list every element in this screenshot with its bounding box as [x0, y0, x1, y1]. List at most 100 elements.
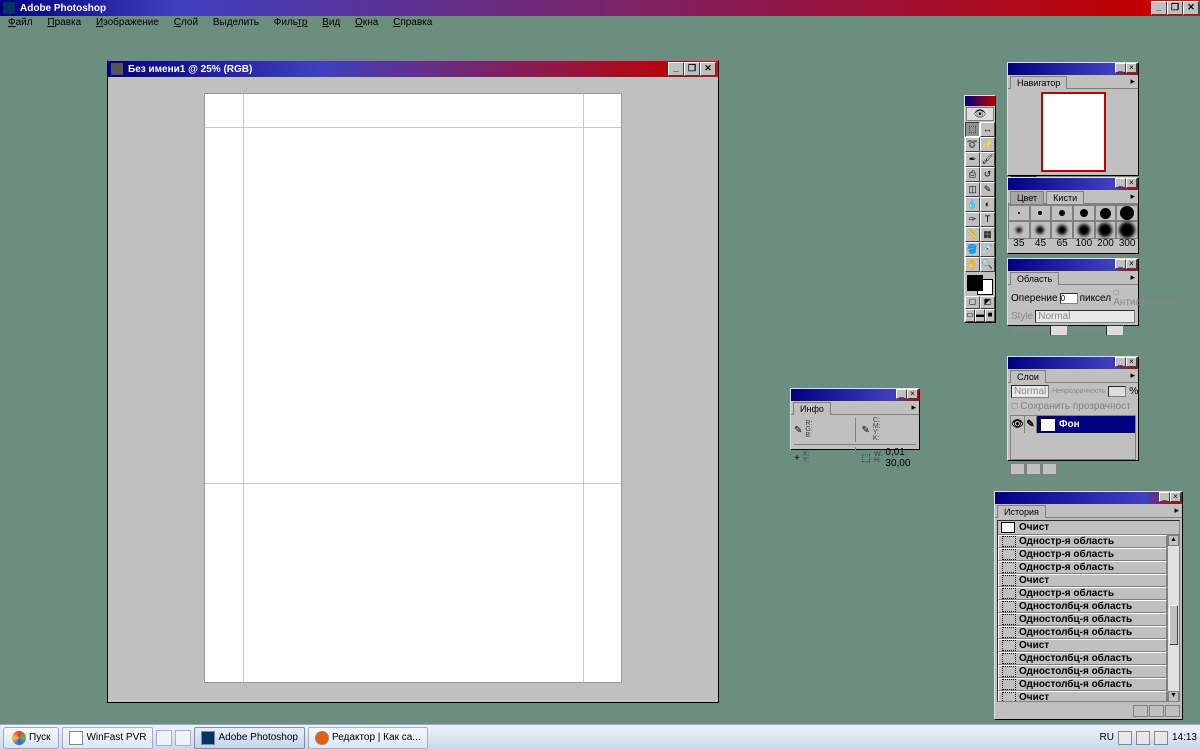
tool-measure[interactable]: 📏 — [965, 227, 980, 242]
hist-close[interactable]: × — [1170, 492, 1181, 502]
navigator-preview[interactable] — [1041, 92, 1106, 172]
tool-pen[interactable]: ✑ — [965, 212, 980, 227]
brush-preset[interactable] — [1030, 221, 1052, 239]
navigator-tab[interactable]: Навигатор — [1010, 76, 1067, 89]
language-indicator[interactable]: RU — [1100, 732, 1114, 743]
tool-dodge[interactable]: ◐ — [980, 197, 995, 212]
nav-menu-arrow[interactable]: ▸ — [1127, 75, 1138, 88]
tab-layers[interactable]: Слои — [1010, 370, 1046, 383]
options-titlebar[interactable]: _× — [1008, 259, 1138, 271]
layers-titlebar[interactable]: _× — [1008, 357, 1138, 369]
tray-icon[interactable] — [1118, 731, 1132, 745]
history-item[interactable]: Одностр-я область — [998, 561, 1167, 574]
maximize-button[interactable]: ❐ — [1167, 1, 1183, 15]
taskbar-item[interactable]: Adobe Photoshop — [194, 727, 305, 749]
document-titlebar[interactable]: Без имени1 @ 25% (RGB) _ ❐ ✕ — [108, 61, 718, 77]
tool-bucket[interactable]: 🪣 — [965, 242, 980, 257]
menu-help[interactable]: Справка — [387, 16, 438, 29]
minimize-button[interactable]: _ — [1151, 1, 1167, 15]
tool-blur[interactable]: 💧 — [965, 197, 980, 212]
start-button[interactable]: Пуск — [3, 727, 59, 749]
doc-maximize-button[interactable]: ❐ — [684, 62, 700, 76]
info-close[interactable]: × — [907, 389, 918, 399]
tool-wand[interactable]: ✨ — [980, 137, 995, 152]
history-item[interactable]: Очист — [998, 691, 1167, 702]
history-item[interactable]: Одностолбц-я область — [998, 665, 1167, 678]
brush-menu-arrow[interactable]: ▸ — [1127, 190, 1138, 203]
brushes-titlebar[interactable]: _× — [1008, 178, 1138, 190]
visibility-icon[interactable]: 👁 — [1011, 416, 1025, 433]
scroll-down-icon[interactable]: ▼ — [1168, 691, 1179, 702]
taskbar-item[interactable]: Редактор | Как са... — [308, 727, 428, 749]
hist-rollup[interactable]: _ — [1159, 492, 1170, 502]
history-snapshot[interactable]: Очист — [998, 521, 1179, 535]
history-scrollbar[interactable]: ▲ ▼ — [1167, 535, 1179, 702]
new-doc-button[interactable] — [1149, 705, 1164, 717]
canvas-area[interactable] — [111, 77, 715, 699]
brush-preset[interactable] — [1073, 221, 1095, 239]
screenmode-3[interactable]: ■ — [985, 309, 995, 322]
tool-airbrush[interactable]: ✒ — [965, 152, 980, 167]
history-item[interactable]: Очист — [998, 574, 1167, 587]
history-item[interactable]: Очист — [998, 639, 1167, 652]
info-titlebar[interactable]: _× — [791, 389, 919, 401]
brush-preset[interactable] — [1051, 205, 1073, 221]
link-icon[interactable]: ✎ — [1025, 416, 1037, 433]
history-item[interactable]: Одностр-я область — [998, 587, 1167, 600]
history-item[interactable]: Одностр-я область — [998, 548, 1167, 561]
tool-hand[interactable]: ✋ — [965, 257, 980, 272]
info-tab[interactable]: Инфо — [793, 402, 831, 415]
tool-history[interactable]: ↺ — [980, 167, 995, 182]
clock[interactable]: 14:13 — [1172, 732, 1197, 743]
menu-filter[interactable]: Фильтр — [268, 16, 314, 29]
new-layer-button[interactable] — [1026, 463, 1041, 475]
scroll-up-icon[interactable]: ▲ — [1168, 535, 1179, 546]
foreground-color[interactable] — [967, 275, 983, 291]
brush-preset[interactable] — [1008, 221, 1030, 239]
tool-lasso[interactable]: ➰ — [965, 137, 980, 152]
opt-menu-arrow[interactable]: ▸ — [1127, 271, 1138, 284]
tool-marquee[interactable]: ⬚ — [965, 122, 980, 137]
menu-edit[interactable]: Правка — [41, 16, 87, 29]
layer-row[interactable]: 👁 ✎ Фон — [1011, 416, 1135, 433]
brush-rollup[interactable]: _ — [1115, 178, 1126, 188]
lyr-rollup[interactable]: _ — [1115, 357, 1126, 367]
doc-minimize-button[interactable]: _ — [668, 62, 684, 76]
quickmask-on[interactable]: ◩ — [980, 296, 995, 309]
doc-close-button[interactable]: ✕ — [700, 62, 716, 76]
history-item[interactable]: Одностолбц-я область — [998, 626, 1167, 639]
brush-preset[interactable] — [1051, 221, 1073, 239]
brush-preset[interactable] — [1095, 205, 1117, 221]
menu-file[interactable]: Файл — [2, 16, 39, 29]
scroll-thumb[interactable] — [1169, 605, 1178, 645]
screenmode-2[interactable]: ▬ — [975, 309, 985, 322]
tray-icon[interactable] — [1136, 731, 1150, 745]
layer-thumbnail[interactable] — [1040, 418, 1056, 432]
tab-history[interactable]: История — [997, 505, 1046, 518]
nav-close[interactable]: × — [1126, 63, 1137, 73]
delete-state-button[interactable] — [1165, 705, 1180, 717]
history-item[interactable]: Одностолбц-я область — [998, 613, 1167, 626]
lyr-close[interactable]: × — [1126, 357, 1137, 367]
brush-preset[interactable] — [1008, 205, 1030, 221]
tool-pencil[interactable]: ✎ — [980, 182, 995, 197]
menu-image[interactable]: Изображение — [90, 16, 165, 29]
tray-icon[interactable] — [1154, 731, 1168, 745]
info-rollup[interactable]: _ — [896, 389, 907, 399]
toolbox-titlebar[interactable] — [965, 96, 995, 106]
new-snapshot-button[interactable] — [1133, 705, 1148, 717]
canvas[interactable] — [204, 93, 622, 683]
menu-layer[interactable]: Слой — [168, 16, 204, 29]
tool-zoom[interactable]: 🔍 — [980, 257, 995, 272]
tool-eyedropper[interactable]: 💉 — [980, 242, 995, 257]
quicklaunch-icon[interactable] — [175, 730, 191, 746]
brush-preset[interactable] — [1030, 205, 1052, 221]
tool-type[interactable]: T — [980, 212, 995, 227]
layer-mask-button[interactable] — [1010, 463, 1025, 475]
brush-close[interactable]: × — [1126, 178, 1137, 188]
tool-brush[interactable]: 🖌 — [980, 152, 995, 167]
menu-window[interactable]: Окна — [349, 16, 384, 29]
tab-color[interactable]: Цвет — [1010, 191, 1044, 204]
guide-horizontal[interactable] — [205, 127, 621, 128]
history-item[interactable]: Одностолбц-я область — [998, 652, 1167, 665]
